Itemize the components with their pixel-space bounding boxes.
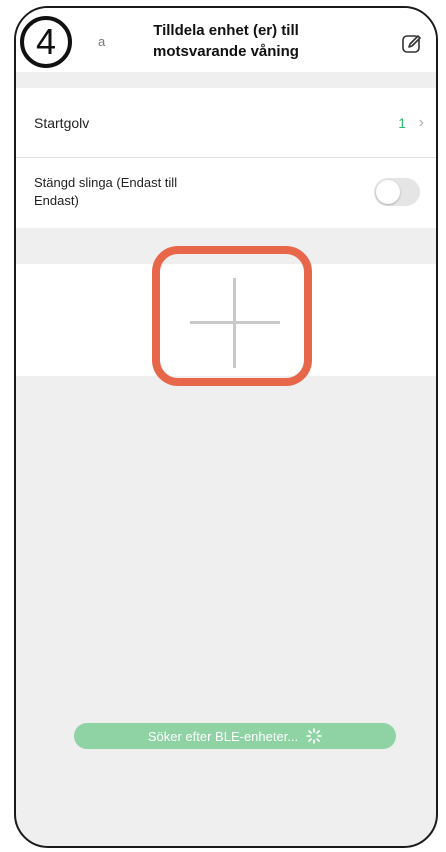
title-line-1: Tilldela enhet (er) till [153, 22, 299, 39]
closed-loop-toggle[interactable] [374, 178, 420, 206]
loading-spinner-icon [306, 728, 322, 744]
scanning-text: Söker efter BLE-enheter... [147, 728, 299, 744]
start-floor-value: 1 [398, 115, 406, 131]
step-number-badge: 4 [20, 16, 72, 68]
chevron-right-icon: › [418, 114, 424, 131]
closed-loop-row: Stängd slinga (Endast till Endast) [16, 158, 436, 228]
edit-icon[interactable] [400, 32, 424, 56]
scanning-status-pill: Söker efter BLE-enheter... [74, 723, 396, 749]
toggle-knob [376, 180, 400, 204]
closed-loop-label: Stängd slinga (Endast till Endast) [34, 175, 178, 208]
plus-icon[interactable] [190, 278, 280, 368]
title-line-2: motsvarande våning [153, 43, 299, 60]
section-separator [16, 72, 436, 88]
start-floor-label: Startgolv [34, 115, 90, 131]
header-bar: a Tilldela enhet (er) till motsvarande v… [16, 8, 436, 72]
page-title: Tilldela enhet (er) till motsvarande vån… [116, 20, 336, 62]
start-floor-row[interactable]: Startgolv 1 › [16, 88, 436, 158]
back-button[interactable]: a [98, 34, 105, 49]
settings-list: Startgolv 1 › Stängd slinga (Endast till… [16, 88, 436, 228]
phone-frame: a Tilldela enhet (er) till motsvarande v… [14, 6, 438, 848]
plus-vertical [233, 278, 236, 368]
